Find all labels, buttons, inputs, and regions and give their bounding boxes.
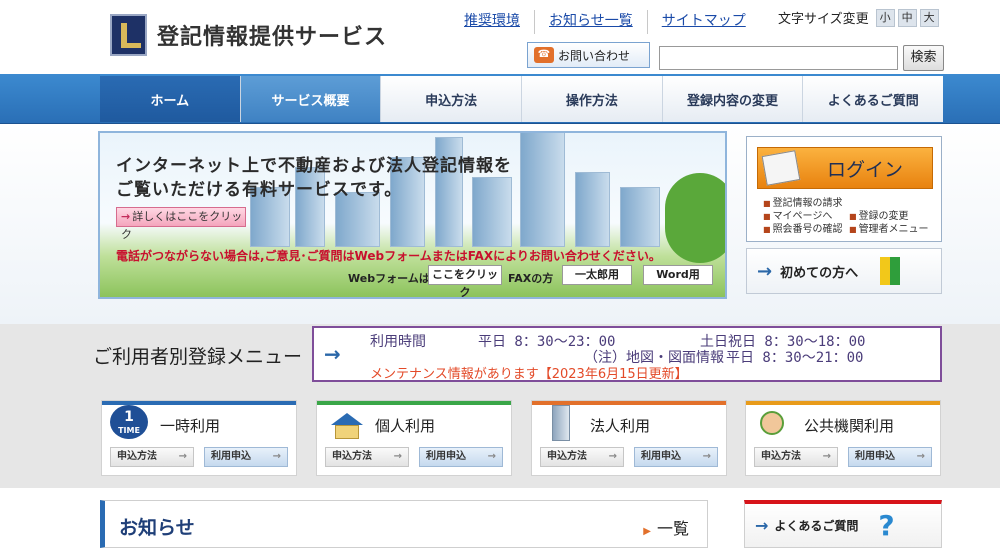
corporate-apply-method-button[interactable]: 申込方法 (540, 447, 624, 467)
personal-use-card: 個人利用 申込方法 利用申込 (316, 400, 512, 476)
details-button[interactable]: → 詳しくはここをクリック (116, 207, 246, 241)
arrow-right-icon: → (755, 516, 769, 535)
temporary-apply-button[interactable]: 利用申込 (204, 447, 288, 467)
arrow-right-icon: → (757, 260, 773, 282)
global-nav: ホーム サービス概要 申込方法 操作方法 登録内容の変更 よくあるご質問 (100, 76, 944, 122)
site-title: 登記情報提供サービス (157, 25, 388, 50)
nav-how-to-operate[interactable]: 操作方法 (522, 76, 663, 122)
house-icon (325, 405, 365, 441)
search-button[interactable]: 検索 (903, 45, 944, 71)
registration-menu-title: ご利用者別登録メニュー (93, 346, 303, 368)
nav-how-to-apply[interactable]: 申込方法 (381, 76, 523, 122)
building-illustration (335, 192, 380, 247)
login-label: ログイン (826, 158, 903, 181)
banner-notice: 電話がつながらない場合は,ご意見･ご質問はWebフォームまたはFAXによりお問い… (116, 249, 661, 263)
service-hours-box[interactable]: → 利用時間 平日 8：30～23：00 土日祝日 8：30～18：00 （注）… (312, 326, 942, 382)
banner-title-line1: インターネット上で不動産および法人登記情報を (116, 156, 512, 176)
one-time-icon: 1 TIME (110, 405, 150, 441)
sitemap-link[interactable]: サイトマップ (648, 10, 760, 34)
request-registry-link[interactable]: 登記情報の請求 (763, 197, 843, 210)
web-form-label: Webフォームは (348, 272, 430, 285)
arrow-right-icon: → (324, 342, 341, 366)
fax-label: FAXの方 (508, 272, 554, 285)
news-section: お知らせ ▶ 一覧 (100, 500, 708, 548)
fax-ichitaro-button[interactable]: 一太郎用 (562, 265, 632, 285)
public-agency-icon (754, 405, 794, 441)
recommended-env-link[interactable]: 推奨環境 (450, 10, 535, 34)
font-size-large-button[interactable]: 大 (919, 8, 939, 27)
site-logo[interactable]: 登記情報提供サービス (110, 14, 387, 56)
banner-title-line2: ご覧いただける有料サービスです。 (116, 180, 403, 200)
change-registration-link[interactable]: 登録の変更 (849, 210, 909, 223)
document-icon (761, 150, 801, 186)
font-size-medium-button[interactable]: 中 (897, 8, 917, 27)
main-banner: インターネット上で不動産および法人登記情報を ご覧いただける有料サービスです。 … (98, 131, 727, 299)
news-list-link[interactable]: お知らせ一覧 (535, 10, 648, 34)
news-title: お知らせ (119, 517, 195, 539)
search-input[interactable] (659, 46, 898, 70)
tree-illustration (665, 173, 725, 263)
maintenance-notice[interactable]: メンテナンス情報があります【2023年6月15日更新】 (370, 363, 688, 382)
office-building-icon (540, 405, 580, 441)
corporate-apply-button[interactable]: 利用申込 (634, 447, 718, 467)
public-apply-method-button[interactable]: 申込方法 (754, 447, 838, 467)
top-links: 推奨環境 お知らせ一覧 サイトマップ (450, 10, 760, 34)
admin-menu-link[interactable]: 管理者メニュー (849, 223, 929, 236)
nav-change-registration[interactable]: 登録内容の変更 (662, 76, 804, 122)
personal-use-title: 個人利用 (375, 417, 436, 435)
temporary-apply-method-button[interactable]: 申込方法 (110, 447, 194, 467)
question-mark-icon: ? (878, 509, 895, 542)
login-panel: ログイン 登記情報の請求 マイページへ 登録の変更 照会番号の確認 管理者メニュ… (746, 136, 942, 242)
hours-label: 利用時間 (370, 334, 426, 350)
bullet-icon: ▶ (643, 526, 651, 537)
news-more-label: 一覧 (656, 519, 689, 538)
faq-label: よくあるご質問 (774, 519, 859, 533)
beginner-mark-icon (880, 257, 901, 285)
login-button[interactable]: ログイン (757, 147, 933, 189)
temporary-use-title: 一時利用 (160, 417, 221, 435)
web-form-button[interactable]: ここをクリック (428, 265, 502, 297)
building-illustration (472, 177, 512, 247)
public-agency-use-title: 公共機関利用 (804, 417, 895, 435)
nav-service-overview[interactable]: サービス概要 (240, 76, 382, 122)
first-time-button[interactable]: → 初めての方へ (746, 248, 942, 294)
fax-word-button[interactable]: Word用 (643, 265, 713, 285)
personal-apply-method-button[interactable]: 申込方法 (325, 447, 409, 467)
public-agency-use-card: 公共機関利用 申込方法 利用申込 (745, 400, 941, 476)
font-size-switcher: 文字サイズ変更 小 中 大 (778, 8, 939, 27)
building-illustration (575, 172, 610, 247)
corporate-use-card: 法人利用 申込方法 利用申込 (531, 400, 727, 476)
contact-button[interactable]: ☎ お問い合わせ (527, 42, 650, 68)
phone-icon: ☎ (534, 47, 554, 63)
news-list-more-link[interactable]: ▶ 一覧 (643, 515, 689, 539)
building-illustration (620, 187, 660, 247)
map-hours: 平日 8：30～21：00 (726, 350, 864, 366)
mypage-link[interactable]: マイページへ (763, 210, 833, 223)
contact-label: お問い合わせ (558, 48, 631, 63)
public-apply-button[interactable]: 利用申込 (848, 447, 932, 467)
faq-button[interactable]: → よくあるご質問 ? (744, 500, 942, 548)
first-time-label: 初めての方へ (780, 265, 859, 281)
details-label: 詳しくはここをクリック (121, 210, 243, 241)
arrow-right-icon: → (121, 210, 131, 223)
nav-faq[interactable]: よくあるご質問 (803, 76, 944, 122)
font-size-label: 文字サイズ変更 (778, 12, 869, 27)
corporate-use-title: 法人利用 (590, 417, 651, 435)
personal-apply-button[interactable]: 利用申込 (419, 447, 503, 467)
logo-mark-icon (110, 14, 147, 56)
nav-home[interactable]: ホーム (100, 76, 241, 122)
reference-number-link[interactable]: 照会番号の確認 (763, 223, 843, 236)
temporary-use-card: 1TIME 一時利用 申込方法 利用申込 (101, 400, 297, 476)
building-illustration (520, 133, 565, 247)
font-size-small-button[interactable]: 小 (875, 8, 895, 27)
